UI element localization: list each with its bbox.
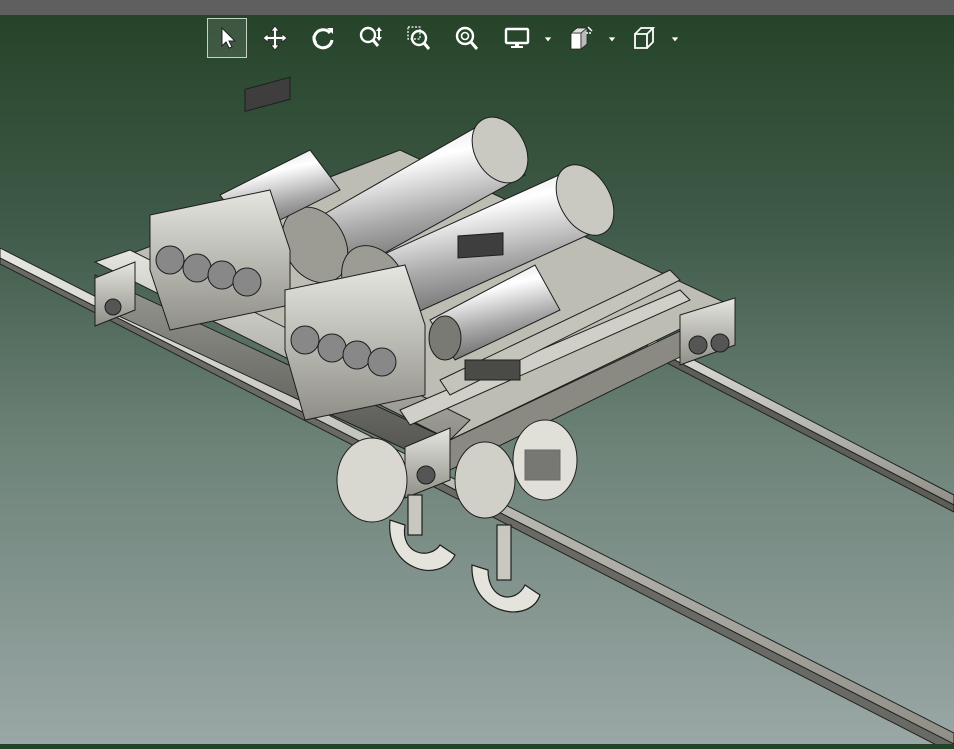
view-toolbar (0, 15, 954, 65)
display-mode-button[interactable] (498, 19, 536, 57)
rotate-icon (312, 28, 334, 50)
cube-view-icon (634, 27, 656, 49)
section-view-icon (569, 26, 593, 50)
select-tool-button[interactable] (207, 18, 247, 58)
pan-tool-button[interactable] (256, 19, 294, 57)
gearbox-2 (284, 264, 426, 421)
view-orientation-dropdown[interactable] (670, 34, 680, 44)
chevron-down-icon (671, 37, 679, 42)
zoom-window-button[interactable] (400, 19, 438, 57)
crane-trolley-model[interactable] (0, 65, 954, 749)
select-arrow-icon (221, 26, 237, 49)
3d-viewport[interactable] (0, 65, 954, 749)
zoom-dynamic-icon (359, 26, 382, 47)
zoom-window-icon (407, 26, 431, 50)
view-orientation-button[interactable] (625, 19, 663, 57)
hook-2 (471, 524, 541, 613)
window-title-bar (0, 0, 954, 15)
gearbox-1 (149, 189, 291, 331)
pan-move-icon (262, 25, 288, 51)
chevron-down-icon (544, 37, 552, 42)
zoom-fit-icon (455, 26, 479, 50)
monitor-icon (504, 27, 530, 48)
zoom-dynamic-button[interactable] (352, 19, 390, 57)
section-view-button[interactable] (562, 19, 600, 57)
zoom-fit-button[interactable] (448, 19, 486, 57)
chevron-down-icon (608, 37, 616, 42)
rotate-tool-button[interactable] (304, 19, 342, 57)
display-mode-dropdown[interactable] (543, 34, 553, 44)
section-view-dropdown[interactable] (607, 34, 617, 44)
